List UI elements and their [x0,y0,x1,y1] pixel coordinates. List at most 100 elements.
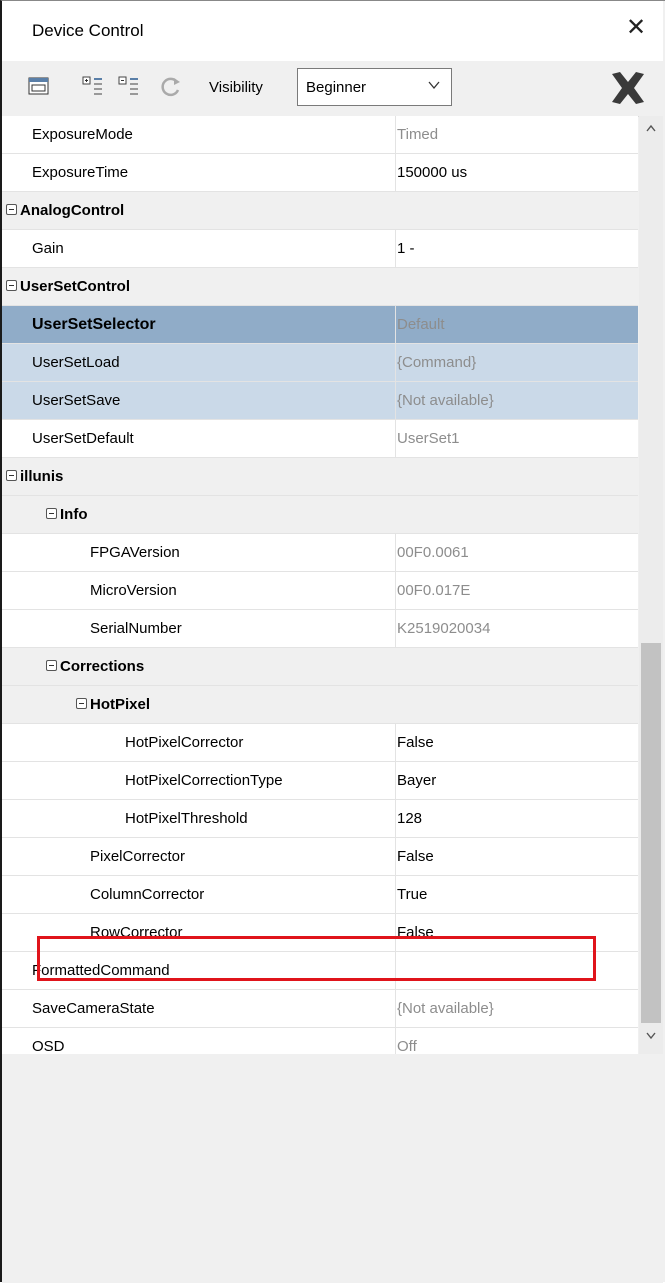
property-name: SaveCameraState [32,1000,155,1017]
property-row[interactable]: UserSetSelector Default [2,306,638,344]
category-row[interactable]: Corrections [2,648,638,686]
property-name: PixelCorrector [90,848,186,865]
property-row[interactable]: Gain 1 - [2,230,638,268]
property-row[interactable]: HotPixelThreshold 128 [2,800,638,838]
title-bar: Device Control ✕ [2,1,663,61]
disconnect-icon[interactable] [608,68,648,108]
toolbar: Visibility Beginner [2,61,663,117]
property-row[interactable]: MicroVersion 00F0.017E [2,572,638,610]
property-name: SerialNumber [90,620,182,637]
property-value: Default [397,316,445,333]
property-value: {Not available} [397,1000,494,1017]
category-row[interactable]: HotPixel [2,686,638,724]
property-name: Gain [32,240,64,257]
property-value: {Not available} [397,392,494,409]
property-row[interactable]: SerialNumber K2519020034 [2,610,638,648]
property-name: ColumnCorrector [90,886,205,903]
empty-area [2,1054,663,1283]
visibility-label: Visibility [209,79,263,96]
column-divider [395,116,396,153]
property-value[interactable]: False [397,734,434,751]
property-name: HotPixelCorrectionType [125,772,283,789]
property-name: HotPixelThreshold [125,810,248,827]
category-row[interactable]: Info [2,496,638,534]
property-value[interactable]: 1 - [397,240,415,257]
property-value: {Command} [397,354,477,371]
scroll-up-icon[interactable] [645,122,657,134]
property-value: UserSet1 [397,430,460,447]
column-divider [395,610,396,647]
property-name: UserSetDefault [32,430,134,447]
column-divider [395,534,396,571]
property-name: AnalogControl [20,202,125,219]
property-row[interactable]: UserSetDefault UserSet1 [2,420,638,458]
column-divider [395,762,396,799]
property-value[interactable]: 128 [397,810,422,827]
collapse-toggle-icon[interactable] [76,698,87,709]
column-divider [395,230,396,267]
visibility-select[interactable]: Beginner [297,68,452,106]
property-value: Off [397,1038,417,1055]
property-name: HotPixel [90,696,151,713]
scrollbar-thumb[interactable] [641,643,661,1023]
property-row[interactable]: ColumnCorrector True [2,876,638,914]
property-value: K2519020034 [397,620,491,637]
property-name: UserSetSelector [32,316,156,333]
property-name: ExposureMode [32,126,133,143]
property-row[interactable]: FPGAVersion 00F0.0061 [2,534,638,572]
property-value[interactable]: 150000 us [397,164,467,181]
highlight-box [37,936,596,981]
property-row[interactable]: PixelCorrector False [2,838,638,876]
column-divider [395,420,396,457]
column-divider [395,572,396,609]
property-row[interactable]: ExposureMode Timed [2,116,638,154]
collapse-toggle-icon[interactable] [46,508,57,519]
property-name: ExposureTime [32,164,129,181]
category-row[interactable]: UserSetControl [2,268,638,306]
column-divider [395,306,396,343]
property-name: FPGAVersion [90,544,180,561]
category-row[interactable]: illunis [2,458,638,496]
column-divider [395,724,396,761]
collapse-toggle-icon[interactable] [6,204,17,215]
property-name: UserSetSave [32,392,121,409]
property-name: UserSetControl [20,278,131,295]
category-row[interactable]: AnalogControl [2,192,638,230]
property-row[interactable]: UserSetSave {Not available} [2,382,638,420]
property-row[interactable]: HotPixelCorrectionType Bayer [2,762,638,800]
column-divider [395,990,396,1027]
property-value[interactable]: True [397,886,427,903]
property-name: illunis [20,468,64,485]
scroll-down-icon[interactable] [645,1028,657,1040]
refresh-icon[interactable] [160,75,182,99]
property-value: 00F0.017E [397,582,471,599]
property-value: Timed [397,126,439,143]
property-row[interactable]: ExposureTime 150000 us [2,154,638,192]
property-value[interactable]: False [397,848,434,865]
visibility-value: Beginner [306,79,367,96]
property-name: OSD [32,1038,65,1055]
column-divider [395,876,396,913]
property-row[interactable]: SaveCameraState {Not available} [2,990,638,1028]
collapse-toggle-icon[interactable] [46,660,57,671]
window-title: Device Control [32,21,144,40]
property-row[interactable]: HotPixelCorrector False [2,724,638,762]
column-divider [395,344,396,381]
close-icon[interactable]: ✕ [621,13,651,43]
column-divider [395,154,396,191]
collapse-toggle-icon[interactable] [6,280,17,291]
property-value[interactable]: Bayer [397,772,436,789]
column-divider [395,800,396,837]
collapse-toggle-icon[interactable] [6,470,17,481]
property-name: Corrections [60,658,145,675]
property-name: UserSetLoad [32,354,120,371]
property-row[interactable]: UserSetLoad {Command} [2,344,638,382]
collapse-all-icon[interactable] [118,75,140,99]
expand-all-icon[interactable] [82,75,104,99]
properties-icon[interactable] [28,75,50,99]
column-divider [395,382,396,419]
chevron-down-icon [427,78,441,92]
property-name: HotPixelCorrector [125,734,244,751]
property-value: 00F0.0061 [397,544,469,561]
property-name: Info [60,506,88,523]
